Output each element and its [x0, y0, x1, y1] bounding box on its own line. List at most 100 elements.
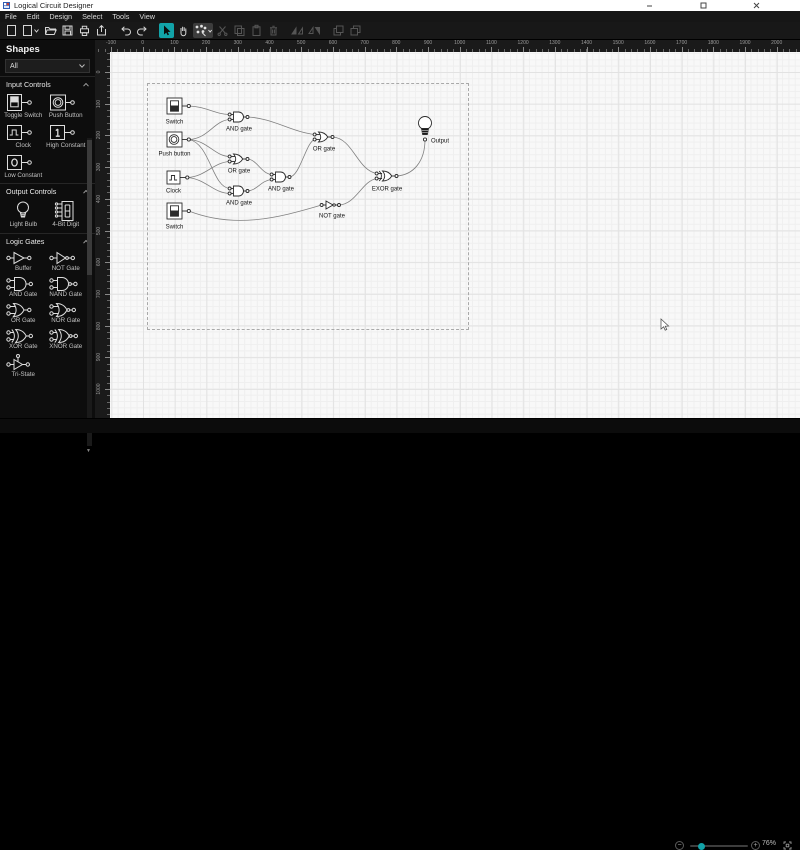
- new-file-icon[interactable]: [4, 23, 19, 38]
- menu-file[interactable]: File: [5, 12, 17, 21]
- node-and2[interactable]: [227, 185, 250, 197]
- zoom-out-button[interactable]: −: [675, 841, 684, 850]
- menu-view[interactable]: View: [139, 12, 155, 21]
- cut-icon[interactable]: [215, 23, 230, 38]
- toolbar-separator: [152, 23, 157, 38]
- shape-item-high-constant[interactable]: High Constant: [45, 123, 88, 150]
- ruler-label: 1700: [676, 40, 688, 46]
- label-push-button: Push button: [158, 152, 190, 158]
- bring-to-front-icon[interactable]: [331, 23, 346, 38]
- node-push-button[interactable]: [166, 131, 191, 148]
- xor-gate-icon: [6, 328, 40, 344]
- ruler-label: -100: [105, 40, 117, 46]
- open-folder-icon[interactable]: [43, 23, 58, 38]
- ruler-label: 400: [265, 40, 274, 46]
- shape-item-xnor-gate[interactable]: XNOR Gate: [45, 328, 88, 351]
- maximize-button[interactable]: [677, 0, 730, 11]
- menu-design[interactable]: Design: [49, 12, 72, 21]
- shape-item-nor-gate[interactable]: NOR Gate: [45, 302, 88, 325]
- ruler-horizontal: -100 0 100 200 300 400 500 600 700 800 900 1000 1100…: [95, 40, 800, 52]
- shapes-panel: Shapes All Input Controls Toggle Switch …: [0, 40, 95, 454]
- node-and3[interactable]: [269, 171, 292, 183]
- menu-tools[interactable]: Tools: [112, 12, 129, 21]
- shape-item-xor-gate[interactable]: XOR Gate: [2, 328, 45, 351]
- node-switch2[interactable]: [166, 202, 191, 220]
- wires[interactable]: [187, 105, 426, 221]
- paste-icon[interactable]: [249, 23, 264, 38]
- ruler-label: 1400: [580, 40, 593, 46]
- node-exor[interactable]: [374, 170, 399, 182]
- shape-item-and-gate[interactable]: AND Gate: [2, 276, 45, 299]
- shape-item-toggle-switch[interactable]: Toggle Switch: [2, 93, 45, 120]
- export-icon[interactable]: [94, 23, 109, 38]
- minimize-button[interactable]: [623, 0, 676, 11]
- ruler-label: 1200: [517, 40, 529, 46]
- shape-item-clock[interactable]: Clock: [2, 123, 45, 150]
- print-icon[interactable]: [77, 23, 92, 38]
- shape-item-light-bulb[interactable]: Light Bulb: [2, 200, 45, 229]
- sidebar-scroll-down-icon[interactable]: ▼: [86, 448, 91, 454]
- ruler-vertical: 0 100 200 300 400 500 600 700 800 900 1000: [95, 52, 110, 418]
- ruler-label: 600: [96, 258, 102, 267]
- shape-item-low-constant[interactable]: Low Constant: [2, 153, 45, 180]
- zoom-slider-thumb[interactable]: [698, 842, 705, 850]
- menu-edit[interactable]: Edit: [27, 12, 40, 21]
- sidebar-scrollbar-thumb[interactable]: [87, 140, 92, 275]
- shapes-panel-title: Shapes: [6, 44, 40, 55]
- section-logic-gates[interactable]: Logic Gates: [0, 233, 95, 248]
- high-constant-icon: [49, 123, 83, 143]
- save-icon[interactable]: [60, 23, 75, 38]
- low-constant-icon: [6, 153, 40, 173]
- buffer-gate-icon: [6, 250, 40, 266]
- input-controls-grid: Toggle Switch Push Button Clock High Con…: [0, 91, 95, 183]
- flip-vertical-icon[interactable]: [307, 23, 322, 38]
- node-switch1[interactable]: [166, 97, 191, 115]
- section-title: Input Controls: [6, 80, 51, 89]
- shape-item-nand-gate[interactable]: NAND Gate: [45, 276, 88, 299]
- node-output-bulb[interactable]: [418, 116, 432, 142]
- fit-page-icon[interactable]: [783, 841, 792, 850]
- redo-icon[interactable]: [135, 23, 150, 38]
- wire-switch2-not: [188, 204, 322, 221]
- sidebar-scrollbar[interactable]: [87, 138, 92, 446]
- ruler-label: 200: [201, 40, 211, 46]
- section-title: Logic Gates: [6, 237, 45, 247]
- nor-gate-icon: [49, 302, 83, 318]
- shape-item-not-gate[interactable]: NOT Gate: [45, 250, 88, 273]
- undo-icon[interactable]: [118, 23, 133, 38]
- pan-tool-icon[interactable]: [176, 23, 191, 38]
- logic-gates-grid: Buffer NOT Gate AND Gate NAND Gate OR Ga…: [0, 248, 95, 382]
- toolbar-separator: [324, 23, 329, 38]
- shape-item-push-button[interactable]: Push Button: [45, 93, 88, 120]
- shape-item-or-gate[interactable]: OR Gate: [2, 302, 45, 325]
- shape-item-buffer[interactable]: Buffer: [2, 250, 45, 273]
- node-clock[interactable]: [166, 170, 190, 185]
- ruler-label: 500: [96, 226, 102, 235]
- ruler-label: 1100: [486, 40, 497, 46]
- ruler-label: 0: [96, 70, 102, 74]
- multi-select-tool-icon[interactable]: [193, 23, 213, 38]
- close-button[interactable]: [730, 0, 783, 11]
- section-output-controls[interactable]: Output Controls: [0, 183, 95, 198]
- wire-and1-or2: [247, 116, 315, 135]
- copy-icon[interactable]: [232, 23, 247, 38]
- menu-select[interactable]: Select: [82, 12, 102, 21]
- label-and1: AND gate: [226, 127, 253, 133]
- menu-bar: File Edit Design Select Tools View: [0, 11, 800, 22]
- node-or1[interactable]: [227, 153, 250, 165]
- new-file-dropdown-icon[interactable]: [21, 23, 41, 38]
- status-bar: − + 76%: [0, 418, 800, 850]
- node-not1[interactable]: [319, 200, 341, 210]
- section-input-controls[interactable]: Input Controls: [0, 76, 95, 91]
- flip-horizontal-icon[interactable]: [290, 23, 305, 38]
- node-or2[interactable]: [312, 131, 335, 143]
- label-output: Output: [431, 139, 449, 145]
- four-bit-digit-item[interactable]: 4-Bit Digit: [45, 200, 88, 229]
- design-canvas[interactable]: Switch Push button Clock Switch AND gate…: [110, 52, 800, 418]
- node-and1[interactable]: [227, 111, 250, 123]
- select-tool-icon[interactable]: [159, 23, 174, 38]
- shapes-filter-dropdown[interactable]: All: [5, 59, 90, 73]
- delete-icon[interactable]: [266, 23, 281, 38]
- shape-item-tri-state[interactable]: Tri-State: [2, 353, 45, 379]
- send-to-back-icon[interactable]: [348, 23, 363, 38]
